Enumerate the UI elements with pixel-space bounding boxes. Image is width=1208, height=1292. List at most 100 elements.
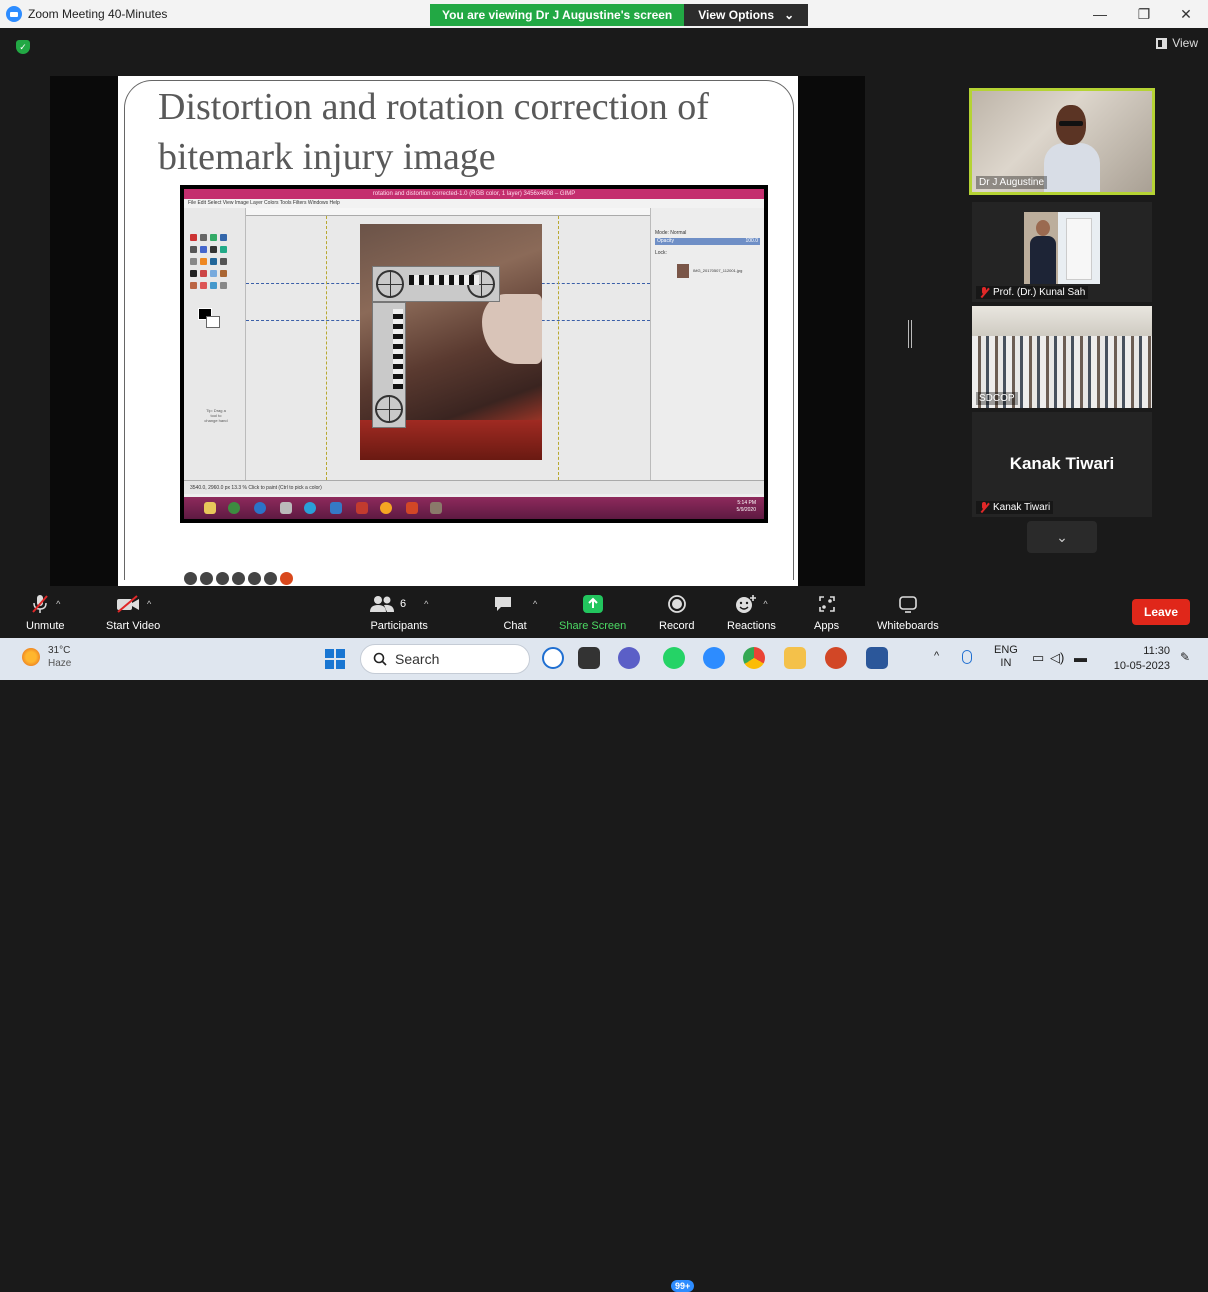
- powerpoint-icon[interactable]: [825, 647, 847, 669]
- win7-date: 5/9/2020: [736, 507, 756, 513]
- pen-icon[interactable]: [200, 572, 213, 585]
- apps-button[interactable]: Apps: [814, 592, 839, 632]
- opacity-slider: Opacity 100.0: [655, 238, 760, 245]
- tool-icon: [210, 270, 217, 277]
- chrome-icon[interactable]: [743, 647, 765, 669]
- panel-resize-handle[interactable]: [908, 320, 912, 348]
- weather-widget[interactable]: 31°C Haze: [22, 644, 71, 670]
- encryption-shield-icon[interactable]: ✓: [16, 40, 30, 54]
- microphone-icon[interactable]: [962, 650, 972, 664]
- reactions-button[interactable]: ^ Reactions: [727, 592, 776, 632]
- tool-icon: [200, 234, 207, 241]
- chevron-up-icon[interactable]: ^: [147, 599, 151, 609]
- meeting-controls: ^ Unmute ^ Start Video 6 ^ Participants: [0, 588, 1208, 638]
- chevron-up-icon[interactable]: ^: [424, 599, 428, 609]
- teams-chat-icon[interactable]: [618, 647, 640, 669]
- chevron-up-icon[interactable]: ^: [56, 599, 60, 609]
- zoom-taskbar-icon[interactable]: [703, 647, 725, 669]
- viewing-screen-label: You are viewing Dr J Augustine's screen: [430, 4, 685, 26]
- clock-time: 11:30: [1143, 645, 1170, 657]
- participant-name: Prof. (Dr.) Kunal Sah: [993, 287, 1086, 298]
- word-icon[interactable]: [866, 647, 888, 669]
- laser-pointer-icon[interactable]: [280, 572, 293, 585]
- restore-button[interactable]: ❐: [1122, 0, 1166, 28]
- crosshair-target-icon: [375, 395, 403, 423]
- zoom-logo-icon: [6, 6, 22, 22]
- video-tile[interactable]: Kanak Tiwari Kanak Tiwari: [972, 412, 1152, 517]
- video-tile[interactable]: Prof. (Dr.) Kunal Sah: [972, 202, 1152, 302]
- tool-icon: [210, 282, 217, 289]
- layer-name: IMG_20170507_112001.jpg: [693, 268, 743, 273]
- language-indicator[interactable]: ENG IN: [994, 644, 1018, 670]
- share-screen-button[interactable]: Share Screen: [559, 592, 626, 632]
- unmute-button[interactable]: ^ Unmute: [26, 592, 65, 632]
- video-tile-active-speaker[interactable]: Dr J Augustine: [969, 88, 1155, 195]
- share-screen-label: Share Screen: [559, 620, 627, 632]
- participant-name-label: Prof. (Dr.) Kunal Sah: [976, 286, 1089, 299]
- volume-icon[interactable]: ◁): [1050, 650, 1064, 666]
- tool-icon: [220, 270, 227, 277]
- standee-banner: [1066, 218, 1092, 280]
- scroll-down-button[interactable]: ⌄: [1027, 521, 1097, 553]
- tool-icon: [220, 282, 227, 289]
- more-icon[interactable]: [264, 572, 277, 585]
- zoom-icon[interactable]: [216, 572, 229, 585]
- file-explorer-icon[interactable]: [784, 647, 806, 669]
- chat-button[interactable]: ^ Chat: [493, 592, 537, 632]
- gimp-toolbox: Tip: Drag a tool to change hand: [184, 208, 246, 480]
- layer-mode: Mode: Normal: [655, 230, 687, 236]
- video-tile[interactable]: SDCOP: [972, 306, 1152, 408]
- mic-off-icon: [32, 595, 48, 613]
- video-off-icon[interactable]: [248, 572, 261, 585]
- language-top: ENG: [994, 644, 1018, 656]
- presentation-slide: Distortion and rotation correction of bi…: [118, 76, 798, 586]
- bing-icon[interactable]: [542, 647, 564, 669]
- whatsapp-icon[interactable]: [663, 647, 685, 669]
- participants-button[interactable]: 6 ^ Participants: [370, 592, 428, 632]
- whiteboards-label: Whiteboards: [877, 620, 939, 632]
- app-icon: [304, 502, 316, 514]
- participant-name-label: Dr J Augustine: [976, 176, 1048, 189]
- whiteboards-button[interactable]: Whiteboards: [877, 592, 939, 632]
- tool-icon: [190, 282, 197, 289]
- battery-icon[interactable]: ▬: [1074, 650, 1087, 665]
- windows-taskbar: 31°C Haze Search 99+ ^ ENG IN ▭ ◁) ▬ 11:…: [0, 638, 1208, 1292]
- leave-button[interactable]: Leave: [1132, 599, 1190, 625]
- gimp-screenshot: rotation and distortion corrected-1.0 (R…: [180, 185, 768, 523]
- close-button[interactable]: ✕: [1164, 0, 1208, 28]
- start-video-button[interactable]: ^ Start Video: [106, 592, 160, 632]
- taskbar-search[interactable]: Search: [360, 644, 530, 674]
- annotation-toolbar: [184, 572, 293, 585]
- tool-icon: [210, 246, 217, 253]
- record-button[interactable]: Record: [659, 592, 694, 632]
- view-options-button[interactable]: View Options ⌄: [684, 4, 809, 26]
- folder-icon: [204, 502, 216, 514]
- pointer-icon[interactable]: [184, 572, 197, 585]
- participants-icon: [370, 596, 394, 612]
- app-icon: [356, 502, 368, 514]
- task-view-icon[interactable]: [578, 647, 600, 669]
- show-hidden-icons-button[interactable]: ^: [934, 650, 939, 662]
- windows-start-icon[interactable]: [325, 649, 345, 669]
- mic-muted-icon: [979, 502, 989, 513]
- notifications-icon[interactable]: ✎: [1180, 650, 1190, 664]
- participants-label: Participants: [370, 620, 428, 632]
- participant-name: Dr J Augustine: [979, 177, 1045, 188]
- chevron-up-icon[interactable]: ^: [763, 599, 767, 609]
- taskbar-clock[interactable]: 11:30 10-05-2023: [1114, 644, 1170, 674]
- tool-icon: [220, 258, 227, 265]
- reactions-icon: [736, 595, 757, 613]
- participant-name: Kanak Tiwari: [993, 502, 1051, 513]
- chevron-up-icon[interactable]: ^: [533, 599, 537, 609]
- view-button[interactable]: View: [1156, 36, 1198, 50]
- chevron-down-icon: ⌄: [1056, 528, 1068, 545]
- weather-condition: Haze: [48, 658, 72, 669]
- network-icon[interactable]: ▭: [1032, 650, 1044, 666]
- scale-ticks: [393, 309, 403, 389]
- shared-screen: Distortion and rotation correction of bi…: [50, 76, 865, 586]
- minimize-button[interactable]: —: [1078, 0, 1122, 28]
- tool-icon: [200, 246, 207, 253]
- participants-count: 6: [400, 598, 407, 610]
- cc-icon[interactable]: [232, 572, 245, 585]
- toolbox-hint: Tip: Drag a tool to change hand: [204, 408, 228, 423]
